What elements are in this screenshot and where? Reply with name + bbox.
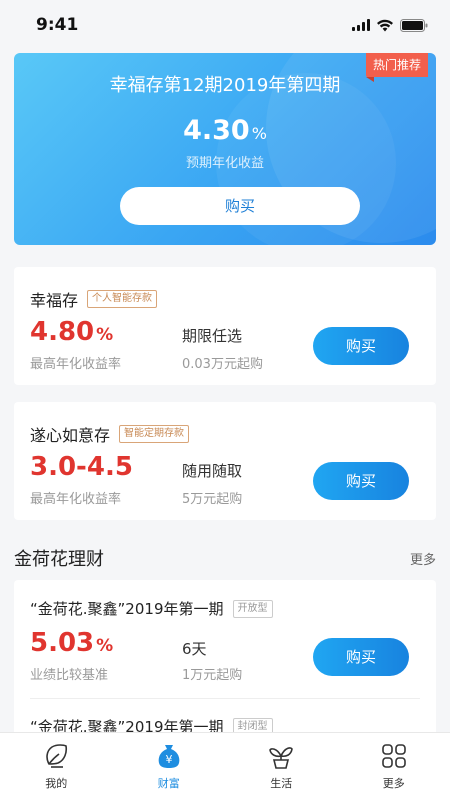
tab-label: 生活 xyxy=(270,777,293,790)
wealth-item-tag: 开放型 xyxy=(232,599,273,618)
product-rate: 3.0-4.5 xyxy=(30,452,133,482)
featured-rate-label: 预期年化收益 xyxy=(185,156,264,171)
product-rate-label: 最高年化收益率 xyxy=(30,492,122,507)
more-link[interactable]: 更多 xyxy=(410,549,436,568)
wealth-item-name: “金荷花.聚鑫”2019年第一期 xyxy=(30,600,224,618)
cellular-signal-icon xyxy=(352,19,370,31)
wealth-item-term: 6天 xyxy=(182,640,207,658)
wealth-item-rate-label: 业绩比较基准 xyxy=(30,668,109,683)
featured-buy-button[interactable]: 购买 xyxy=(120,187,360,225)
featured-title: 幸福存第12期2019年第四期 xyxy=(109,75,341,96)
product-min-amount: 0.03万元起购 xyxy=(182,357,263,372)
product-name: 遂心如意存 xyxy=(30,426,111,445)
wealth-item-min-amount: 1万元起购 xyxy=(182,668,243,683)
wifi-icon xyxy=(376,19,394,32)
section-title: 金荷花理财 xyxy=(14,549,104,570)
money-bag-icon: ¥ xyxy=(154,741,184,771)
grid-icon xyxy=(379,741,409,771)
product-tag: 智能定期存款 xyxy=(119,425,190,443)
leaf-icon xyxy=(41,741,71,771)
tab-mine[interactable]: 我的 xyxy=(0,733,113,800)
tab-more[interactable]: 更多 xyxy=(338,733,450,800)
featured-product-banner[interactable]: 热门推荐 幸福存第12期2019年第四期 4.30% 预期年化收益 购买 xyxy=(14,53,436,245)
wealth-section-header: 金荷花理财 更多 xyxy=(14,545,436,571)
buy-button[interactable]: 购买 xyxy=(313,462,409,500)
tab-wealth[interactable]: ¥ 财富 xyxy=(113,733,226,800)
tab-life[interactable]: 生活 xyxy=(225,733,338,800)
wealth-item[interactable]: “金荷花.聚鑫”2019年第一期 开放型 xyxy=(30,598,273,619)
product-min-amount: 5万元起购 xyxy=(182,492,243,507)
status-time: 9:41 xyxy=(36,15,79,35)
bottom-tab-bar: 我的 ¥ 财富 生活 更多 xyxy=(0,732,450,800)
battery-icon xyxy=(400,18,428,32)
tab-label: 我的 xyxy=(45,777,68,790)
buy-button[interactable]: 购买 xyxy=(313,327,409,365)
divider xyxy=(30,698,420,699)
tab-label: 更多 xyxy=(382,777,405,790)
buy-button[interactable]: 购买 xyxy=(313,638,409,676)
status-bar: 9:41 xyxy=(0,0,450,50)
tab-label: 财富 xyxy=(157,777,180,790)
plant-icon xyxy=(266,741,296,771)
product-tag: 个人智能存款 xyxy=(87,290,158,308)
product-rate-label: 最高年化收益率 xyxy=(30,357,122,372)
status-icons xyxy=(352,18,428,32)
product-term: 随用随取 xyxy=(182,462,243,480)
product-card[interactable]: 遂心如意存 智能定期存款 3.0-4.5 最高年化收益率 随用随取 5万元起购 … xyxy=(14,402,436,520)
featured-rate: 4.30% xyxy=(183,115,267,146)
wealth-item-rate: 5.03% xyxy=(30,628,114,658)
product-term: 期限任选 xyxy=(182,327,243,345)
svg-text:¥: ¥ xyxy=(165,753,172,766)
product-card[interactable]: 幸福存 个人智能存款 4.80% 最高年化收益率 期限任选 0.03万元起购 购… xyxy=(14,267,436,385)
product-rate: 4.80% xyxy=(30,317,114,347)
product-name: 幸福存 xyxy=(30,291,79,310)
